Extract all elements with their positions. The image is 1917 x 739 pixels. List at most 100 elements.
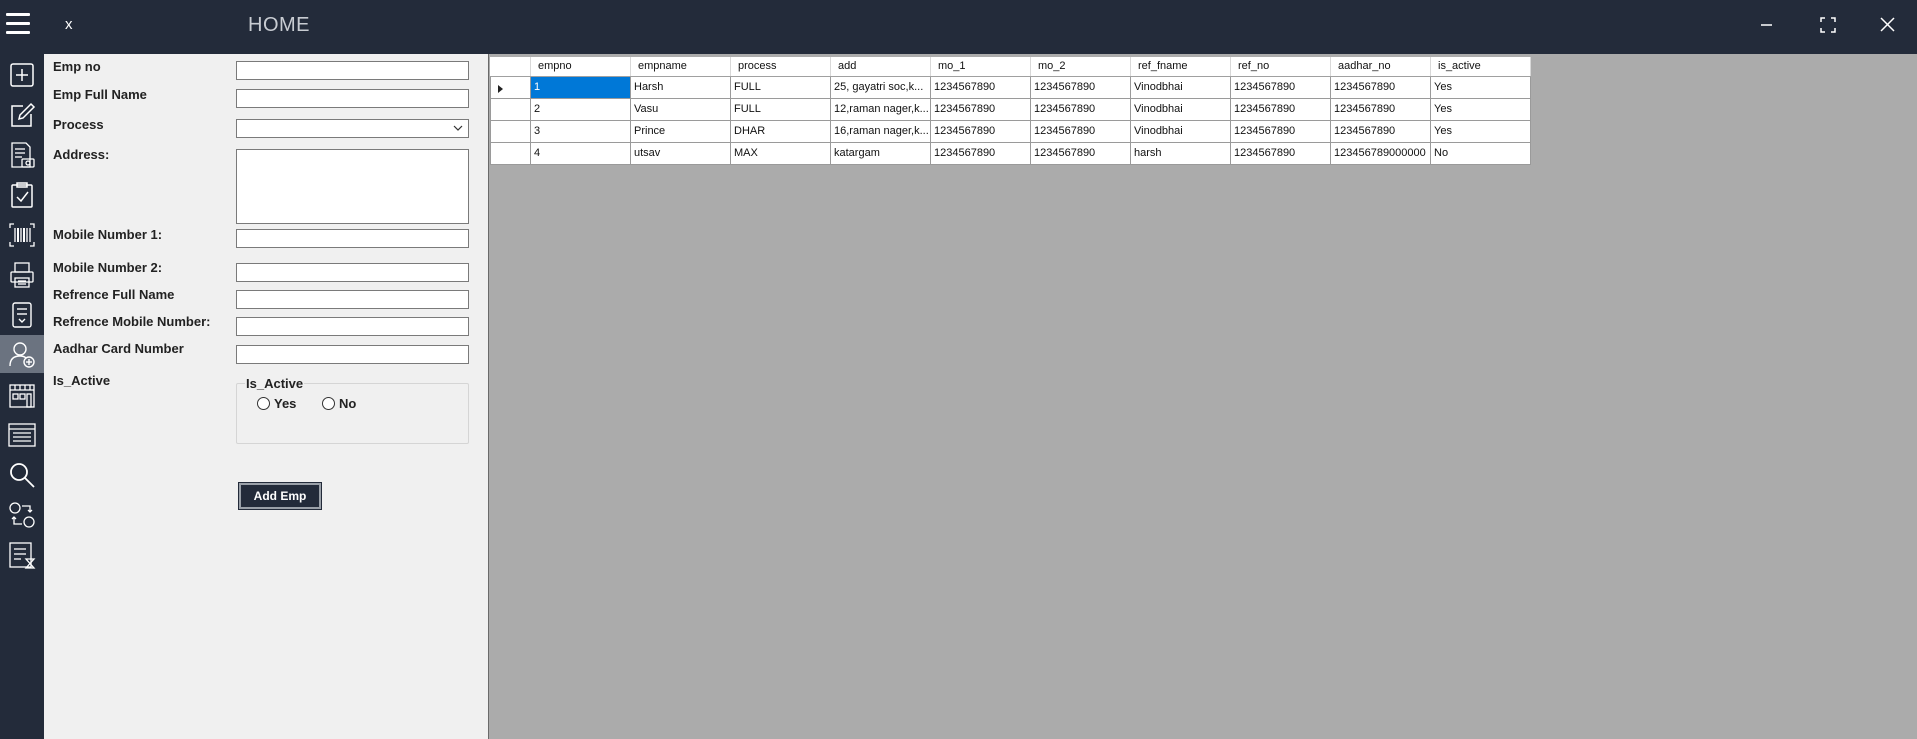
maximize-icon[interactable]: [1814, 13, 1842, 37]
add-user-icon[interactable]: [0, 335, 44, 373]
table-cell[interactable]: 1234567890: [1030, 75, 1131, 99]
table-cell[interactable]: 3: [530, 119, 631, 143]
table-row[interactable]: 2 Vasu FULL 12,raman nager,k... 12345678…: [490, 97, 1531, 121]
table-cell[interactable]: 1234567890: [930, 141, 1031, 165]
table-cell[interactable]: DHAR: [730, 119, 831, 143]
table-cell[interactable]: 16,raman nager,k...: [830, 119, 931, 143]
table-cell[interactable]: 1234567890: [1330, 97, 1431, 121]
is-active-label: Is_Active: [53, 373, 111, 388]
radio-no[interactable]: No: [322, 396, 356, 411]
table-cell[interactable]: 1234567890: [930, 75, 1031, 99]
table-cell[interactable]: Vinodbhai: [1130, 75, 1231, 99]
table-row[interactable]: 3 Prince DHAR 16,raman nager,k... 123456…: [490, 119, 1531, 143]
column-header-mo-1[interactable]: mo_1: [930, 57, 1031, 77]
table-cell[interactable]: 4: [530, 141, 631, 165]
reference-name-field[interactable]: [236, 290, 469, 309]
barcode-icon[interactable]: [0, 216, 44, 254]
document-list-icon[interactable]: [0, 296, 44, 334]
row-header[interactable]: [490, 141, 531, 165]
row-header-corner[interactable]: [490, 57, 531, 77]
table-cell[interactable]: No: [1430, 141, 1531, 165]
table-cell[interactable]: 1234567890: [930, 119, 1031, 143]
address-field[interactable]: [236, 149, 469, 224]
radio-no-circle[interactable]: [322, 397, 335, 410]
table-cell[interactable]: Yes: [1430, 97, 1531, 121]
table-cell[interactable]: MAX: [730, 141, 831, 165]
table-cell[interactable]: Yes: [1430, 119, 1531, 143]
invoice-icon[interactable]: [0, 136, 44, 174]
table-cell[interactable]: Yes: [1430, 75, 1531, 99]
clipboard-check-icon[interactable]: [0, 176, 44, 214]
menu-icon[interactable]: [6, 13, 30, 35]
table-cell[interactable]: 12,raman nager,k...: [830, 97, 931, 121]
table-cell[interactable]: Harsh: [630, 75, 731, 99]
aadhar-field[interactable]: [236, 345, 469, 364]
table-cell[interactable]: Prince: [630, 119, 731, 143]
emp-full-name-field[interactable]: [236, 89, 469, 108]
table-cell[interactable]: Vinodbhai: [1130, 119, 1231, 143]
table-cell[interactable]: FULL: [730, 75, 831, 99]
table-cell[interactable]: 1234567890: [1230, 97, 1331, 121]
table-cell[interactable]: 1234567890: [1230, 75, 1331, 99]
close-form-label[interactable]: x: [65, 16, 73, 33]
radio-yes[interactable]: Yes: [257, 396, 296, 411]
table-cell[interactable]: 1234567890: [1030, 141, 1131, 165]
column-header-process[interactable]: process: [730, 57, 831, 77]
exchange-icon[interactable]: [0, 496, 44, 534]
table-cell[interactable]: Vasu: [630, 97, 731, 121]
table-cell[interactable]: 123456789000000: [1330, 141, 1431, 165]
reference-mobile-field[interactable]: [236, 317, 469, 336]
printer-icon[interactable]: [0, 256, 44, 294]
table-cell[interactable]: 1234567890: [1330, 119, 1431, 143]
table-cell[interactable]: harsh: [1130, 141, 1231, 165]
row-header[interactable]: [490, 119, 531, 143]
mobile-number-2-field[interactable]: [236, 263, 469, 282]
column-header-add[interactable]: add: [830, 57, 931, 77]
close-icon[interactable]: [1873, 13, 1901, 37]
table-list-icon[interactable]: [0, 416, 44, 454]
table-cell[interactable]: 1234567890: [930, 97, 1031, 121]
is-active-group-title: Is_Active: [245, 376, 305, 391]
emp-no-field[interactable]: [236, 61, 469, 80]
radio-yes-circle[interactable]: [257, 397, 270, 410]
table-header-row: empno empname process add mo_1 mo_2 ref_…: [490, 57, 1531, 77]
address-label: Address:: [53, 147, 110, 162]
is-active-group: Is_Active Yes No: [236, 376, 469, 444]
aadhar-label: Aadhar Card Number: [53, 341, 184, 356]
column-header-mo-2[interactable]: mo_2: [1030, 57, 1131, 77]
column-header-ref-fname[interactable]: ref_fname: [1130, 57, 1231, 77]
table-cell[interactable]: Vinodbhai: [1130, 97, 1231, 121]
table-row[interactable]: 4 utsav MAX katargam 1234567890 12345678…: [490, 141, 1531, 165]
current-row-pointer-icon: [498, 84, 503, 93]
column-header-empno[interactable]: empno: [530, 57, 631, 77]
add-icon[interactable]: [0, 56, 44, 94]
edit-icon[interactable]: [0, 96, 44, 134]
search-icon[interactable]: [0, 456, 44, 494]
sidebar: [0, 54, 44, 739]
table-cell[interactable]: utsav: [630, 141, 731, 165]
table-cell[interactable]: 1234567890: [1030, 97, 1131, 121]
table-cell[interactable]: 2: [530, 97, 631, 121]
table-cell[interactable]: FULL: [730, 97, 831, 121]
table-cell[interactable]: 1234567890: [1230, 141, 1331, 165]
mobile-number-1-label: Mobile Number 1:: [53, 227, 163, 242]
table-cell[interactable]: 1: [530, 75, 631, 99]
report-icon[interactable]: [0, 536, 44, 574]
table-cell[interactable]: 1234567890: [1330, 75, 1431, 99]
table-cell[interactable]: 1234567890: [1030, 119, 1131, 143]
row-header[interactable]: [490, 75, 531, 99]
process-select[interactable]: [236, 119, 469, 138]
column-header-is-active[interactable]: is_active: [1430, 57, 1531, 77]
column-header-empname[interactable]: empname: [630, 57, 731, 77]
minimize-icon[interactable]: [1753, 13, 1781, 37]
table-cell[interactable]: 1234567890: [1230, 119, 1331, 143]
table-cell[interactable]: 25, gayatri soc,k...: [830, 75, 931, 99]
row-header[interactable]: [490, 97, 531, 121]
add-emp-button[interactable]: Add Emp: [238, 482, 322, 510]
table-cell[interactable]: katargam: [830, 141, 931, 165]
column-header-ref-no[interactable]: ref_no: [1230, 57, 1331, 77]
column-header-aadhar-no[interactable]: aadhar_no: [1330, 57, 1431, 77]
mobile-number-1-field[interactable]: [236, 229, 469, 248]
table-row[interactable]: 1 Harsh FULL 25, gayatri soc,k... 123456…: [490, 75, 1531, 99]
building-icon[interactable]: [0, 376, 44, 414]
